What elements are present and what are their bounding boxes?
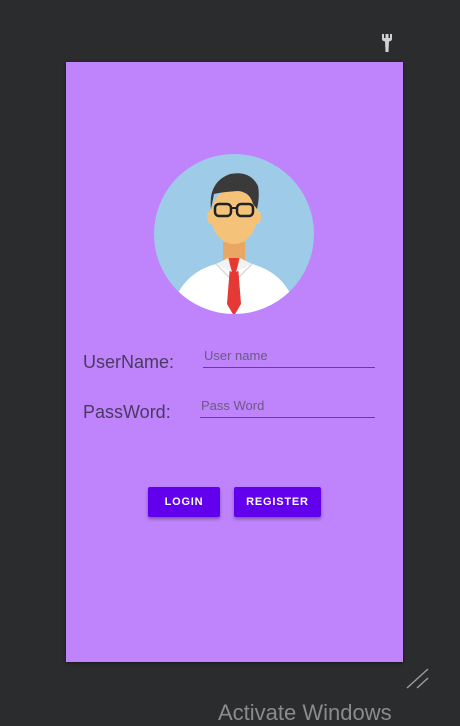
password-input[interactable]	[200, 393, 375, 417]
username-label: UserName:	[83, 352, 175, 372]
username-field	[203, 343, 375, 368]
register-button[interactable]: REGISTER	[234, 487, 321, 517]
activate-windows-watermark: Activate Windows	[218, 700, 392, 725]
login-button[interactable]: LOGIN	[148, 487, 220, 517]
password-label: PassWord:	[83, 402, 171, 422]
wrench-icon[interactable]	[379, 33, 395, 53]
user-avatar-icon	[154, 154, 314, 314]
password-field	[200, 393, 375, 418]
phone-screen: UserName: PassWord: LOGIN REGISTER	[66, 62, 403, 662]
resize-handle-icon[interactable]	[404, 666, 430, 690]
username-input[interactable]	[203, 343, 375, 367]
